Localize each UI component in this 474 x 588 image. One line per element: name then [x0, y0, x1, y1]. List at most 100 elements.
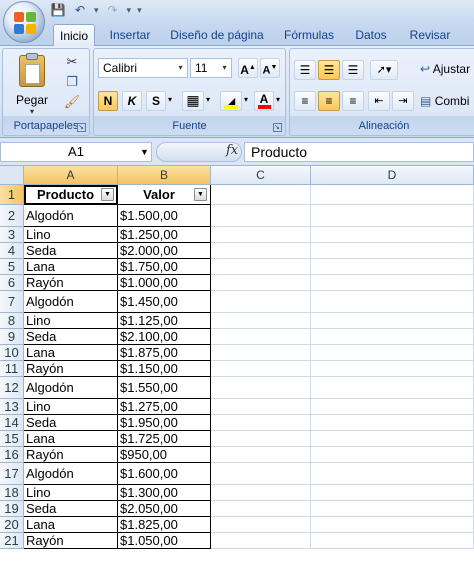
empty-cell[interactable]: [211, 291, 311, 313]
value-cell[interactable]: $1.725,00: [118, 431, 211, 447]
empty-cell[interactable]: [211, 399, 311, 415]
product-cell[interactable]: Seda: [24, 329, 118, 345]
underline-button[interactable]: S: [146, 91, 166, 111]
empty-cell[interactable]: [211, 345, 311, 361]
align-left-icon[interactable]: ≡: [294, 91, 316, 111]
row-header[interactable]: 21: [0, 533, 24, 549]
customize-icon[interactable]: ▾: [137, 5, 142, 16]
row-header[interactable]: 4: [0, 243, 24, 259]
empty-cell[interactable]: [311, 345, 474, 361]
align-bottom-icon[interactable]: ☰: [342, 60, 364, 80]
product-cell[interactable]: Rayón: [24, 533, 118, 549]
tab-inicio[interactable]: Inicio: [53, 24, 95, 46]
decrease-indent-icon[interactable]: ⇤: [368, 91, 390, 111]
value-cell[interactable]: $2.100,00: [118, 329, 211, 345]
empty-cell[interactable]: [311, 275, 474, 291]
tab-insertar[interactable]: Insertar: [104, 24, 156, 46]
value-cell[interactable]: $1.550,00: [118, 377, 211, 399]
empty-cell[interactable]: [211, 431, 311, 447]
row-header[interactable]: 19: [0, 501, 24, 517]
italic-button[interactable]: K: [122, 91, 142, 111]
undo-dropdown-icon[interactable]: ▾: [94, 5, 99, 16]
merge-cells-button[interactable]: ▤ Combi: [420, 94, 469, 108]
value-cell[interactable]: $1.825,00: [118, 517, 211, 533]
filter-dropdown-icon[interactable]: ▼: [101, 188, 114, 201]
empty-cell[interactable]: [311, 291, 474, 313]
value-cell[interactable]: $1.875,00: [118, 345, 211, 361]
tab-formulas[interactable]: Fórmulas: [280, 24, 338, 46]
row-header[interactable]: 2: [0, 205, 24, 227]
row-header[interactable]: 5: [0, 259, 24, 275]
paste-dropdown-icon[interactable]: ▾: [9, 107, 55, 116]
row-header[interactable]: 14: [0, 415, 24, 431]
select-all-corner[interactable]: [0, 166, 24, 185]
product-cell[interactable]: Lino: [24, 485, 118, 501]
clipboard-launcher-icon[interactable]: ↘: [77, 123, 86, 132]
product-cell[interactable]: Algodón: [24, 205, 118, 227]
empty-cell[interactable]: [311, 533, 474, 549]
value-cell[interactable]: $950,00: [118, 447, 211, 463]
name-box-dropdown-icon[interactable]: ▼: [140, 147, 149, 157]
value-cell[interactable]: $1.125,00: [118, 313, 211, 329]
empty-cell[interactable]: [211, 501, 311, 517]
align-center-icon[interactable]: ≡: [318, 91, 340, 111]
product-cell[interactable]: Algodón: [24, 291, 118, 313]
product-cell[interactable]: Lana: [24, 345, 118, 361]
redo-dropdown-icon[interactable]: ▾: [127, 5, 132, 16]
header-cell-producto[interactable]: Producto ▼: [24, 185, 118, 205]
borders-icon[interactable]: ▦: [182, 91, 204, 111]
format-painter-icon[interactable]: 🖌: [63, 93, 81, 111]
fill-color-button[interactable]: ◢: [220, 91, 242, 111]
empty-cell[interactable]: [311, 205, 474, 227]
empty-cell[interactable]: [311, 517, 474, 533]
product-cell[interactable]: Lino: [24, 399, 118, 415]
product-cell[interactable]: Lana: [24, 517, 118, 533]
value-cell[interactable]: $2.000,00: [118, 243, 211, 259]
value-cell[interactable]: $1.950,00: [118, 415, 211, 431]
font-name-combo[interactable]: Calibri ▾: [98, 58, 188, 78]
product-cell[interactable]: Lana: [24, 259, 118, 275]
column-header-b[interactable]: B: [118, 166, 211, 185]
empty-cell[interactable]: [211, 329, 311, 345]
row-header[interactable]: 1: [0, 185, 24, 205]
fill-color-dropdown-icon[interactable]: ▾: [244, 95, 248, 104]
font-launcher-icon[interactable]: ↘: [273, 123, 282, 132]
column-header-d[interactable]: D: [311, 166, 474, 185]
chevron-down-icon[interactable]: ▾: [175, 60, 186, 76]
row-header[interactable]: 12: [0, 377, 24, 399]
empty-cell[interactable]: [211, 243, 311, 259]
empty-cell[interactable]: [211, 485, 311, 501]
underline-dropdown-icon[interactable]: ▾: [168, 95, 172, 104]
product-cell[interactable]: Lino: [24, 313, 118, 329]
bold-button[interactable]: N: [98, 91, 118, 111]
value-cell[interactable]: $1.250,00: [118, 227, 211, 243]
borders-dropdown-icon[interactable]: ▾: [206, 95, 210, 104]
empty-cell[interactable]: [311, 431, 474, 447]
name-box[interactable]: A1: [0, 142, 152, 162]
insert-function-icon[interactable]: fx: [226, 143, 238, 158]
empty-cell[interactable]: [311, 227, 474, 243]
font-color-button[interactable]: A: [254, 91, 274, 111]
shrink-font-button[interactable]: A▼: [260, 58, 280, 78]
product-cell[interactable]: Algodón: [24, 377, 118, 399]
align-middle-icon[interactable]: ☰: [318, 60, 340, 80]
empty-cell[interactable]: [211, 205, 311, 227]
save-icon[interactable]: 💾: [50, 2, 66, 18]
empty-cell[interactable]: [211, 275, 311, 291]
column-header-a[interactable]: A: [24, 166, 118, 185]
increase-indent-icon[interactable]: ⇥: [392, 91, 414, 111]
orientation-icon[interactable]: ➚▾: [370, 60, 398, 80]
cut-icon[interactable]: ✂: [63, 53, 81, 71]
paste-button[interactable]: Pegar ▾: [9, 53, 55, 116]
empty-cell[interactable]: [211, 463, 311, 485]
empty-cell[interactable]: [311, 447, 474, 463]
copy-icon[interactable]: ❐: [63, 73, 81, 91]
value-cell[interactable]: $1.500,00: [118, 205, 211, 227]
empty-cell[interactable]: [211, 533, 311, 549]
row-header[interactable]: 16: [0, 447, 24, 463]
empty-cell[interactable]: [311, 361, 474, 377]
column-header-c[interactable]: C: [211, 166, 311, 185]
formula-input[interactable]: Producto: [244, 142, 474, 162]
empty-cell[interactable]: [311, 463, 474, 485]
empty-cell[interactable]: [311, 399, 474, 415]
